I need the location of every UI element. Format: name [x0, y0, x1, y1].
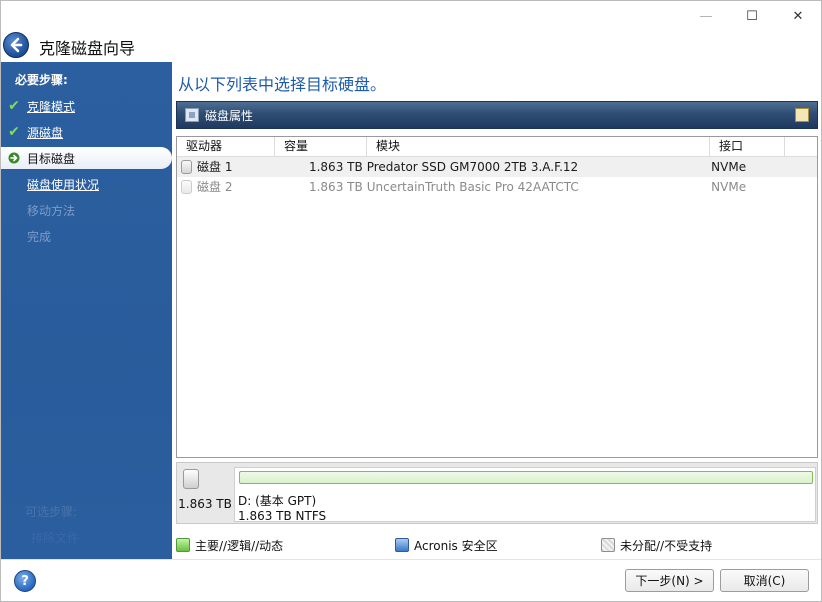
step-exclude-files: 排除文件 — [31, 531, 80, 545]
step-clone-mode[interactable]: ✔ 克隆模式 — [1, 95, 172, 117]
disk-properties-label: 磁盘属性 — [205, 108, 254, 123]
close-button[interactable]: ✕ — [775, 1, 821, 31]
drive-capacity: 1.863 TB — [308, 160, 363, 174]
disk-icon — [183, 469, 199, 489]
disk-properties-toolbar[interactable]: 磁盘属性 — [176, 101, 818, 129]
minimize-button[interactable]: — — [683, 1, 729, 31]
disk-properties-icon — [185, 108, 199, 122]
step-source-disk[interactable]: ✔ 源磁盘 — [1, 121, 172, 143]
partition-name: D: (基本 GPT) — [238, 494, 317, 508]
legend-primary: 主要//逻辑//动态 — [176, 537, 283, 553]
window-controls: — ☐ ✕ — [683, 1, 821, 31]
column-header-model[interactable]: 模块 — [367, 137, 710, 157]
drive-model: UncertainTruth Basic Pro 42AATCTC — [366, 180, 579, 194]
cancel-button[interactable]: 取消(C) — [720, 569, 809, 592]
disk-icon — [181, 180, 192, 194]
legend-label: 未分配//不受支持 — [620, 538, 713, 553]
step-label: 克隆模式 — [27, 99, 76, 114]
legend-label: Acronis 安全区 — [414, 538, 498, 553]
blue-swatch-icon — [395, 538, 409, 552]
partition-block[interactable]: D: (基本 GPT) 1.863 TB NTFS — [234, 467, 816, 523]
step-disk-usage[interactable]: 磁盘使用状况 — [1, 173, 172, 195]
table-header: 驱动器 容量 模块 接口 — [177, 137, 817, 157]
drive-name: 磁盘 1 — [197, 160, 233, 174]
steps-sidebar: 必要步骤: ✔ 克隆模式 ✔ 源磁盘 目标磁盘 磁盘使用状况 移动方法 完成 可… — [1, 62, 172, 559]
step-label: 移动方法 — [27, 203, 76, 218]
step-label: 磁盘使用状况 — [27, 177, 100, 192]
instruction-text: 从以下列表中选择目标硬盘。 — [178, 75, 387, 94]
drive-interface: NVMe — [711, 180, 747, 194]
next-button[interactable]: 下一步(N) > — [625, 569, 714, 592]
step-finish: 完成 — [1, 225, 172, 247]
table-row[interactable]: 磁盘 1 1.863 TB Predator SSD GM7000 2TB 3.… — [177, 157, 817, 177]
disk-size: 1.863 TB — [178, 497, 232, 511]
disk-layout-panel: 1.863 TB D: (基本 GPT) 1.863 TB NTFS — [176, 462, 818, 524]
disk-icon — [181, 160, 192, 174]
maximize-button[interactable]: ☐ — [729, 1, 775, 31]
partition-usage-bar — [239, 471, 813, 484]
wizard-title: 克隆磁盘向导 — [39, 39, 136, 58]
arrow-left-icon — [10, 37, 23, 53]
hatched-swatch-icon — [601, 538, 615, 552]
required-steps-heading: 必要步骤: — [15, 73, 68, 87]
step-target-disk[interactable]: 目标磁盘 — [1, 147, 172, 169]
step-move-method: 移动方法 — [1, 199, 172, 221]
checkmark-icon: ✔ — [8, 124, 20, 140]
legend-unallocated: 未分配//不受支持 — [601, 537, 712, 553]
step-label: 完成 — [27, 229, 52, 244]
column-header-interface[interactable]: 接口 — [710, 137, 785, 157]
wizard-footer: ? 下一步(N) > 取消(C) — [1, 559, 821, 601]
column-header-capacity[interactable]: 容量 — [275, 137, 367, 157]
checkmark-icon: ✔ — [8, 98, 20, 114]
title-bar: — ☐ ✕ 克隆磁盘向导 — [1, 1, 821, 62]
column-chooser-icon[interactable] — [795, 108, 809, 122]
table-row[interactable]: 磁盘 2 1.863 TB UncertainTruth Basic Pro 4… — [177, 177, 817, 197]
current-step-arrow-icon — [1, 152, 27, 164]
help-button[interactable]: ? — [14, 570, 36, 592]
column-header-drive[interactable]: 驱动器 — [177, 137, 275, 157]
main-panel: 从以下列表中选择目标硬盘。 磁盘属性 驱动器 容量 模块 接口 磁盘 1 1.8… — [172, 62, 821, 559]
back-button[interactable] — [3, 32, 29, 58]
partition-info: 1.863 TB NTFS — [238, 509, 327, 523]
drive-model: Predator SSD GM7000 2TB 3.A.F.12 — [366, 160, 579, 174]
legend-label: 主要//逻辑//动态 — [195, 538, 284, 553]
clone-disk-wizard-window: — ☐ ✕ 克隆磁盘向导 必要步骤: ✔ 克隆模式 ✔ 源磁盘 目标磁盘 磁盘使… — [0, 0, 822, 602]
drive-name: 磁盘 2 — [197, 180, 233, 194]
disk-table: 驱动器 容量 模块 接口 磁盘 1 1.863 TB Predator SSD … — [176, 136, 818, 458]
legend-acronis-zone: Acronis 安全区 — [395, 537, 498, 553]
drive-interface: NVMe — [711, 160, 747, 174]
step-label: 源磁盘 — [27, 125, 64, 140]
optional-steps-heading: 可选步骤: — [25, 505, 78, 519]
drive-capacity: 1.863 TB — [308, 180, 363, 194]
step-label: 目标磁盘 — [27, 151, 76, 166]
green-swatch-icon — [176, 538, 190, 552]
